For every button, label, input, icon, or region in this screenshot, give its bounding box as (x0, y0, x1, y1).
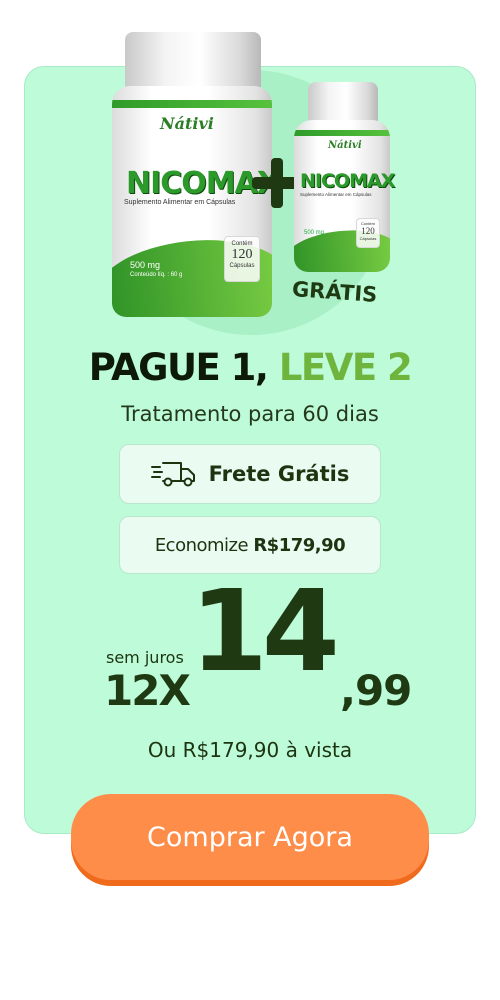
free-shipping-badge: Frete Grátis (119, 444, 381, 504)
product-dose: 500 mg (304, 230, 325, 236)
product-name: NICOMAX (300, 170, 395, 192)
brand-logo: Nátivi (328, 140, 362, 151)
headline-pay-one: PAGUE 1, (88, 346, 269, 389)
product-dose: 500 mg (130, 260, 161, 270)
free-shipping-label: Frete Grátis (208, 462, 350, 486)
price-integer: 14 (190, 567, 340, 697)
large-bottle-image: Nátivi NICOMAX Suplemento Alimentar em C… (112, 32, 280, 317)
capsule-count: 120 (231, 247, 253, 262)
price-cents: ,99 (340, 666, 412, 715)
brand-logo: Nátivi (160, 114, 214, 133)
savings-badge: Economize R$179,90 (119, 516, 381, 574)
cash-price: Ou R$179,90 à vista (147, 738, 353, 762)
savings-text: Economize R$179,90 (154, 534, 346, 556)
buy-now-button[interactable]: Comprar Agora (71, 794, 429, 880)
capsule-count-box: Contém 120 Cápsulas (356, 218, 380, 248)
savings-value: R$179,90 (253, 534, 346, 556)
offer-headline: PAGUE 1, LEVE 2 (0, 346, 500, 389)
truck-icon (150, 462, 195, 487)
installment-price: sem juros 12X 14 ,99 (0, 576, 500, 720)
bottle-cap (125, 32, 261, 90)
bottle-band (112, 100, 272, 108)
product-subtitle: Suplemento Alimentar em Cápsulas (300, 192, 372, 197)
capsule-label-bottom: Cápsulas (229, 263, 255, 269)
bottle-band (294, 130, 390, 136)
capsule-count-box: Contém 120 Cápsulas (224, 236, 260, 282)
interest-free-note: sem juros (106, 648, 184, 667)
savings-prefix: Economize (154, 534, 249, 556)
product-subtitle: Suplemento Alimentar em Cápsulas (124, 199, 236, 206)
small-bottle-image: Nátivi NICOMAX Suplemento Alimentar em C… (294, 82, 395, 272)
headline-take-two: LEVE 2 (278, 346, 413, 389)
installment-count: 12X (104, 666, 191, 715)
treatment-duration: Tratamento para 60 dias (121, 402, 379, 426)
capsule-label-bottom: Cápsulas (359, 236, 377, 241)
bottle-cap (308, 82, 378, 124)
capsule-count: 120 (361, 226, 375, 236)
product-net-content: Conteúdo líq. : 60 g (130, 272, 183, 278)
